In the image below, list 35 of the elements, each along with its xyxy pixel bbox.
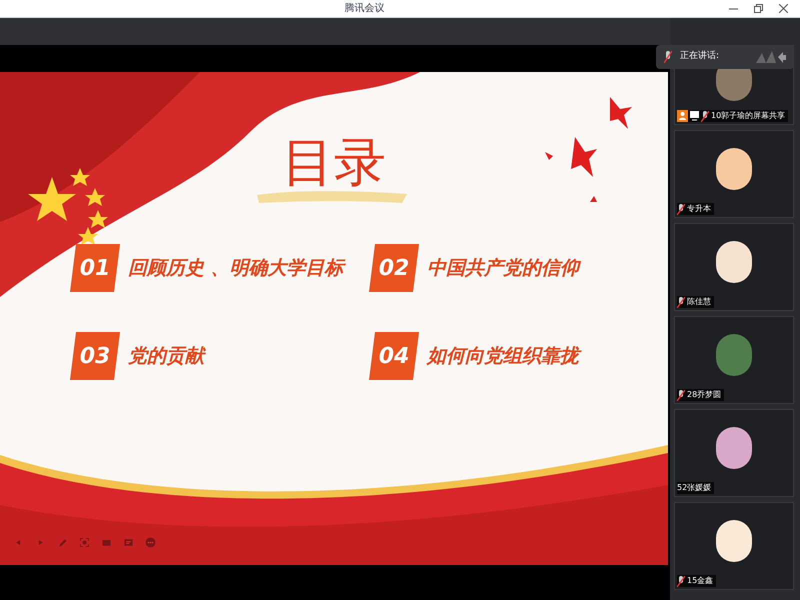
participant-name: 28乔梦圆 — [687, 389, 722, 401]
agenda-item: 如何向党组织靠拢 — [427, 342, 579, 370]
agenda-item: 回顾历史 、明确大学目标 — [128, 256, 344, 281]
participant-name: 52张媛媛 — [677, 482, 712, 494]
agenda-item: 中国共产党的信仰 — [427, 256, 579, 281]
number-badge: 04 — [369, 332, 419, 380]
participant-tile[interactable]: 陈佳慧 — [674, 223, 794, 311]
window-title: 腾讯会议 — [344, 2, 384, 16]
number-badge: 02 — [369, 244, 419, 292]
participant-tile[interactable]: 15金鑫 — [674, 502, 794, 590]
number-badge: 01 — [70, 244, 120, 292]
restore-icon[interactable] — [754, 4, 763, 13]
more-icon[interactable] — [144, 536, 157, 549]
avatar — [716, 148, 752, 190]
avatar — [716, 427, 752, 469]
avatar — [716, 520, 752, 562]
participant-name: 陈佳慧 — [687, 296, 711, 308]
focus-icon[interactable] — [78, 536, 91, 549]
screen-share-icon — [690, 111, 699, 121]
participant-tile[interactable]: 28乔梦圆 — [674, 316, 794, 404]
participant-name: 15金鑫 — [687, 575, 714, 587]
mic-muted-icon — [664, 51, 672, 63]
close-icon[interactable] — [779, 4, 788, 13]
signal-icon — [756, 51, 786, 63]
participant-tile[interactable]: 专升本 — [674, 130, 794, 218]
person-icon — [677, 110, 688, 122]
participant-name: 10郭子瑜的屏幕共享 — [711, 110, 786, 122]
speaking-label: 正在讲话: — [680, 50, 720, 64]
participant-tile[interactable]: 52张媛媛 — [674, 409, 794, 497]
avatar — [716, 334, 752, 376]
agenda-item: 党的贡献 — [128, 344, 204, 369]
avatar — [716, 241, 752, 283]
participant-name: 专升本 — [687, 203, 711, 215]
slide-title: 目录 — [282, 137, 386, 189]
number-badge: 03 — [70, 332, 120, 380]
